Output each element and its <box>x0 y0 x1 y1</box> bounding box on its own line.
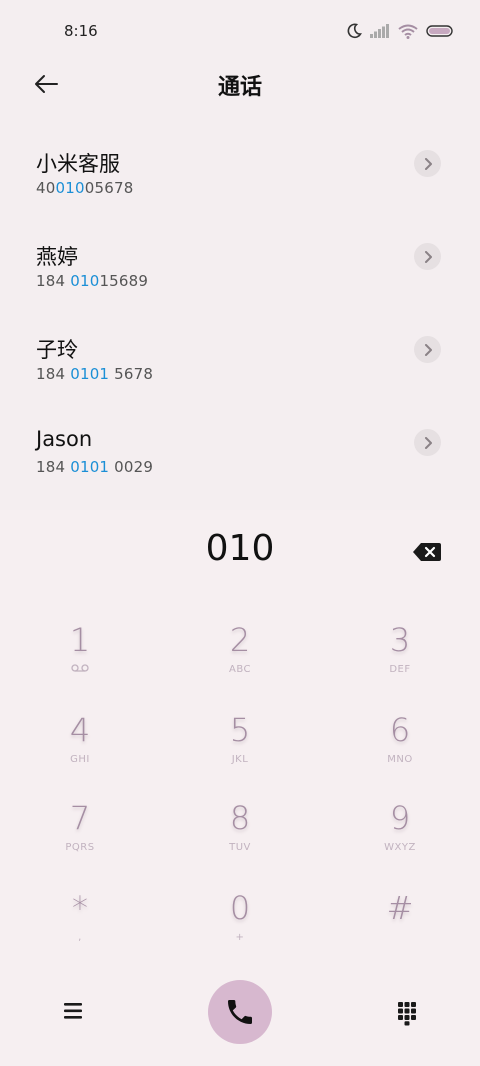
dialed-number: 010 <box>205 528 275 569</box>
contact-detail-button[interactable] <box>414 336 441 363</box>
moon-icon <box>347 23 362 39</box>
key-digit: 4 <box>69 711 91 749</box>
key-4[interactable]: 4 GHI <box>20 710 140 790</box>
status-time: 8:16 <box>64 22 98 40</box>
key-3[interactable]: 3 DEF <box>340 620 460 700</box>
bottom-bar <box>0 980 480 1044</box>
contact-number: 184 0101 0029 <box>36 458 154 476</box>
wifi-icon <box>398 24 418 39</box>
header: 通话 <box>0 62 480 106</box>
chevron-right-icon <box>424 157 432 170</box>
contact-name: 燕婷 <box>36 245 78 269</box>
key-1[interactable]: 1 <box>20 620 140 700</box>
key-digit: 9 <box>389 799 411 837</box>
contact-item[interactable]: 小米客服 4001005678 <box>0 126 480 219</box>
contact-detail-button[interactable] <box>414 243 441 270</box>
key-digit: 6 <box>389 711 411 749</box>
contact-number: 4001005678 <box>36 179 134 197</box>
key-letters: GHI <box>70 754 90 765</box>
key-digit: 7 <box>69 799 91 837</box>
chevron-right-icon <box>424 343 432 356</box>
contact-number: 184 0101 5678 <box>36 365 154 383</box>
key-letters: JKL <box>231 754 249 765</box>
menu-button[interactable] <box>62 1000 86 1024</box>
key-letters: WXYZ <box>384 842 416 853</box>
contact-name: 子玲 <box>36 338 78 362</box>
page-title: 通话 <box>217 75 262 100</box>
key-6[interactable]: 6 MNO <box>340 710 460 790</box>
key-letters: PQRS <box>65 842 95 853</box>
contact-detail-button[interactable] <box>414 150 441 177</box>
phone-icon <box>228 1000 252 1024</box>
backspace-button[interactable] <box>412 541 442 563</box>
call-button[interactable] <box>208 980 272 1044</box>
key-letters: + <box>235 932 245 943</box>
contact-detail-button[interactable] <box>414 429 441 456</box>
contact-number: 184 01015689 <box>36 272 149 290</box>
contact-item[interactable]: 燕婷 184 01015689 <box>0 219 480 312</box>
status-bar: 8:16 <box>0 0 480 62</box>
signal-icon <box>370 24 389 38</box>
key-digit: 8 <box>229 799 251 837</box>
key-star[interactable]: * , <box>20 888 140 968</box>
key-hash[interactable]: # <box>340 888 460 968</box>
key-2[interactable]: 2 ABC <box>180 620 300 700</box>
key-9[interactable]: 9 WXYZ <box>340 798 460 878</box>
key-letters: , <box>78 932 82 943</box>
key-digit: 1 <box>69 621 91 659</box>
chevron-right-icon <box>424 250 432 263</box>
contact-list: 小米客服 4001005678 燕婷 184 01015689 子玲 184 0… <box>0 126 480 498</box>
key-letters: MNO <box>387 754 413 765</box>
status-icons <box>346 22 454 40</box>
key-7[interactable]: 7 PQRS <box>20 798 140 878</box>
contact-name: 小米客服 <box>36 152 120 176</box>
battery-icon <box>426 25 453 37</box>
dialpad-icon <box>398 1002 416 1026</box>
key-letters: TUV <box>229 842 251 853</box>
contact-item[interactable]: 子玲 184 0101 5678 <box>0 312 480 405</box>
key-digit: 3 <box>389 621 411 659</box>
key-digit: * <box>72 889 88 927</box>
contact-item[interactable]: Jason 184 0101 0029 <box>0 405 480 498</box>
voicemail-icon <box>71 664 89 672</box>
key-letters: ABC <box>228 664 251 675</box>
key-8[interactable]: 8 TUV <box>180 798 300 878</box>
menu-icon <box>64 1003 82 1019</box>
key-digit: # <box>386 889 414 927</box>
key-letters: DEF <box>389 664 411 675</box>
chevron-right-icon <box>424 436 432 449</box>
key-letters <box>20 664 140 678</box>
dialpad-button[interactable] <box>396 1000 418 1026</box>
key-letters <box>340 932 460 946</box>
contact-name: Jason <box>36 427 93 451</box>
backspace-icon <box>413 543 441 561</box>
key-5[interactable]: 5 JKL <box>180 710 300 790</box>
key-digit: 5 <box>229 711 251 749</box>
key-digit: 0 <box>229 889 251 927</box>
key-0[interactable]: 0 + <box>180 888 300 968</box>
key-digit: 2 <box>229 621 251 659</box>
